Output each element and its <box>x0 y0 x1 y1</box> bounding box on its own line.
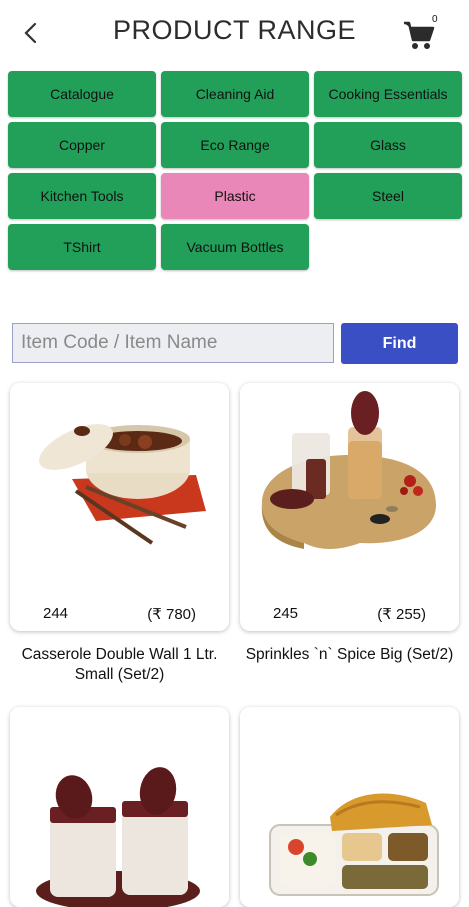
product-name[interactable]: Sprinkles `n` Spice Big (Set/2) <box>235 645 464 665</box>
cart-icon <box>404 21 435 49</box>
product-card[interactable]: 244 (₹ 780) <box>10 383 229 631</box>
search-bar: Find <box>12 323 458 365</box>
product-image <box>240 707 459 907</box>
cart-count-badge: 0 <box>432 14 438 25</box>
product-card[interactable]: 245 (₹ 255) <box>240 383 459 631</box>
product-card[interactable] <box>10 707 229 907</box>
product-card[interactable] <box>240 707 459 907</box>
category-tshirt[interactable]: TShirt <box>8 224 156 270</box>
app-header: PRODUCT RANGE 0 <box>0 0 469 66</box>
category-cleaning-aid[interactable]: Cleaning Aid <box>161 71 309 117</box>
category-steel[interactable]: Steel <box>314 173 462 219</box>
category-copper[interactable]: Copper <box>8 122 156 168</box>
product-code: 244 <box>43 605 69 622</box>
category-kitchen-tools[interactable]: Kitchen Tools <box>8 173 156 219</box>
find-button[interactable]: Find <box>341 323 458 364</box>
category-cooking-essentials[interactable]: Cooking Essentials <box>314 71 462 117</box>
category-glass[interactable]: Glass <box>314 122 462 168</box>
product-image <box>10 707 229 907</box>
category-vacuum-bottles[interactable]: Vacuum Bottles <box>161 224 309 270</box>
product-image <box>240 383 459 593</box>
product-price: (₹ 780) <box>147 606 196 623</box>
category-eco-range[interactable]: Eco Range <box>161 122 309 168</box>
category-grid: Catalogue Cleaning Aid Cooking Essential… <box>8 71 462 270</box>
cart-button[interactable] <box>402 18 436 52</box>
product-image <box>10 383 229 593</box>
category-catalogue[interactable]: Catalogue <box>8 71 156 117</box>
page-title: PRODUCT RANGE <box>112 15 357 45</box>
product-price: (₹ 255) <box>377 606 426 623</box>
product-name[interactable]: Casserole Double Wall 1 Ltr. Small (Set/… <box>5 645 234 685</box>
search-input[interactable] <box>12 323 334 363</box>
category-plastic[interactable]: Plastic <box>161 173 309 219</box>
product-code: 245 <box>273 605 299 622</box>
